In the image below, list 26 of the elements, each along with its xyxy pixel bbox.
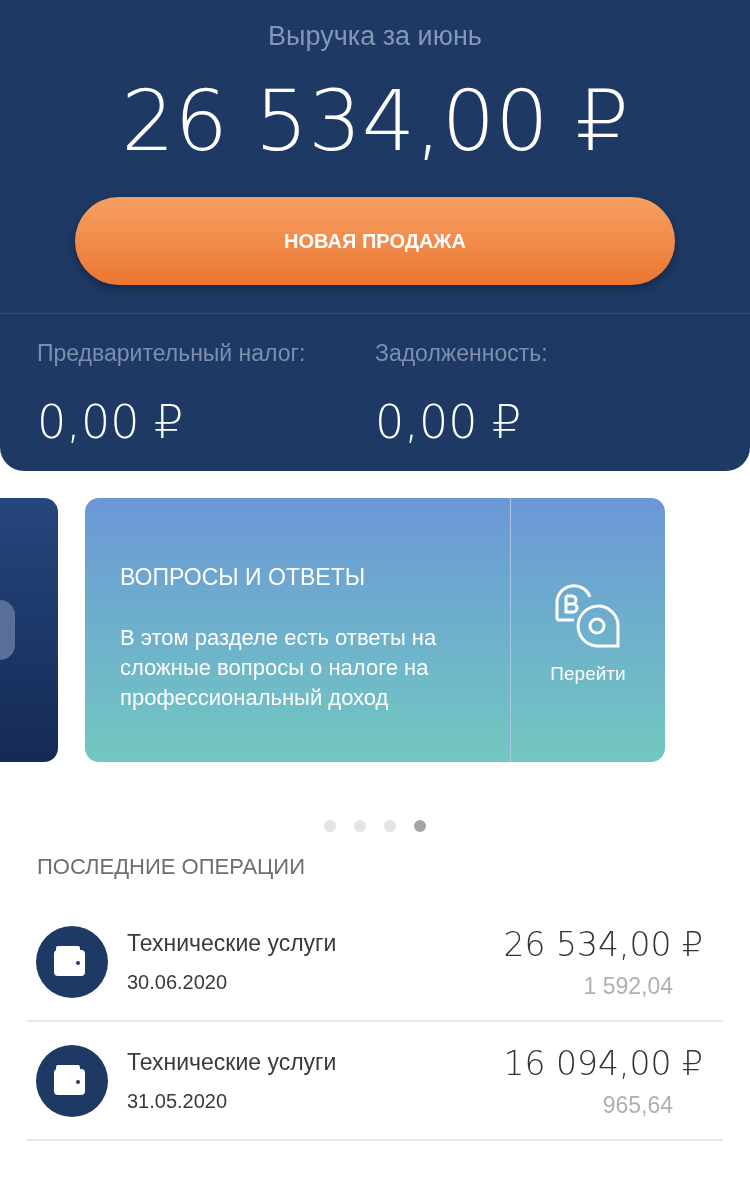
operation-name: Технические услуги bbox=[127, 929, 338, 959]
carousel-card[interactable] bbox=[0, 498, 58, 762]
operation-amount: 16 094,00 ₽ bbox=[503, 1042, 703, 1085]
stat-label: Предварительный налог: bbox=[37, 338, 307, 368]
operations-title: ПОСЛЕДНИЕ ОПЕРАЦИИ bbox=[36, 853, 306, 881]
operation-name: Технические услуги bbox=[127, 1048, 338, 1078]
operation-date: 31.05.2020 bbox=[127, 1088, 229, 1114]
operation-row[interactable]: Технические услуги 30.06.2020 26 534,00 ₽ 1 592,04 bbox=[27, 903, 723, 1022]
circle-decoration bbox=[0, 600, 15, 660]
card-title: ВОПРОСЫ И ОТВЕТЫ bbox=[120, 563, 367, 592]
operation-tax: 1 592,04 bbox=[583, 972, 673, 1001]
wallet-icon bbox=[36, 1044, 108, 1117]
wallet-icon bbox=[36, 925, 108, 998]
operation-row[interactable]: Технические услуги 31.05.2020 16 094,00 ₽ 965,64 bbox=[27, 1022, 723, 1141]
operation-tax: 965,64 bbox=[602, 1091, 673, 1120]
operation-date: 30.06.2020 bbox=[127, 969, 229, 995]
card-text: В этом разделе есть ответы на сложные вопросы о налоге на профессиональный доход bbox=[120, 623, 438, 712]
stat-value: 0,00 ₽ bbox=[37, 394, 185, 451]
faq-card[interactable]: ВОПРОСЫ И ОТВЕТЫ В этом разделе есть ответы на сложные вопросы о налоге на профессиональный доход Перейти bbox=[85, 498, 665, 762]
revenue-title: Выручка за июнь bbox=[267, 20, 483, 53]
operation-amount: 26 534,00 ₽ bbox=[503, 923, 703, 966]
stat-value: 0,00 ₽ bbox=[375, 394, 523, 451]
stat-label: Задолженность: bbox=[375, 338, 549, 368]
revenue-amount: 26 534,00 ₽ bbox=[120, 78, 630, 163]
go-link[interactable]: Перейти bbox=[550, 659, 626, 689]
new-sale-button[interactable]: НОВАЯ ПРОДАЖА bbox=[75, 196, 675, 285]
